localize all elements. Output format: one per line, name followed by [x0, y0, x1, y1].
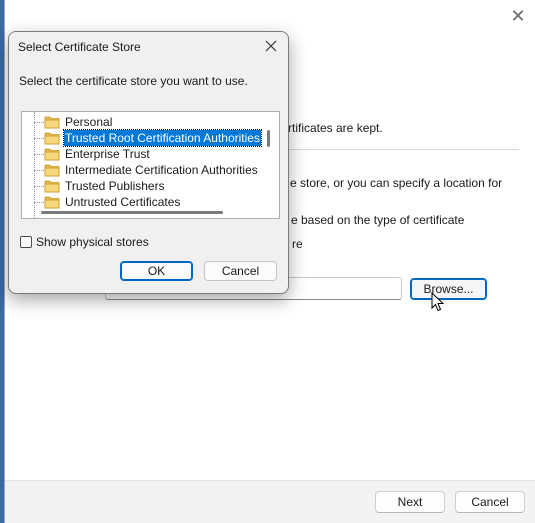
tree-item-label: Enterprise Trust: [65, 147, 150, 161]
tree-connector: [34, 202, 44, 203]
tree-connector: [34, 170, 44, 171]
dialog-cancel-button[interactable]: Cancel: [204, 261, 277, 281]
wizard-text-line: re: [292, 237, 303, 251]
browse-button[interactable]: Browse...: [410, 278, 487, 300]
folder-icon: [44, 116, 60, 129]
wizard-text-line: e store, or you can specify a location f…: [290, 176, 503, 190]
folder-icon: [44, 148, 60, 161]
dialog-instruction: Select the certificate store you want to…: [19, 74, 248, 88]
tree-connector: [34, 154, 44, 155]
cancel-button[interactable]: Cancel: [455, 491, 525, 513]
tree-item[interactable]: Untrusted Certificates: [22, 194, 267, 210]
close-icon[interactable]: [262, 37, 280, 55]
wizard-close-icon[interactable]: ✕: [509, 7, 527, 25]
tree-item-label: Trusted Root Certification Authorities: [63, 129, 262, 147]
tree-item-label: Untrusted Certificates: [65, 195, 181, 209]
wizard-footer: Next Cancel: [5, 480, 535, 523]
tree-connector: [34, 186, 44, 187]
folder-icon: [44, 132, 60, 145]
folder-icon: [44, 164, 60, 177]
tree-item-label: Trusted Publishers: [65, 179, 165, 193]
mouse-pointer-icon: [431, 292, 445, 312]
tree-item[interactable]: Personal: [22, 114, 267, 130]
dialog-title: Select Certificate Store: [18, 40, 141, 54]
tree-item-label: Intermediate Certification Authorities: [65, 163, 258, 177]
ok-button[interactable]: OK: [120, 261, 193, 281]
tree-item[interactable]: Trusted Publishers: [22, 178, 267, 194]
horizontal-scrollbar[interactable]: [41, 211, 223, 214]
tree-item[interactable]: Enterprise Trust: [22, 146, 267, 162]
tree-item-label: Personal: [65, 115, 113, 129]
select-certificate-store-dialog: Select Certificate Store Select the cert…: [8, 31, 289, 294]
folder-icon: [44, 196, 60, 209]
next-button[interactable]: Next: [375, 491, 445, 513]
wizard-text-line: rtificates are kept.: [288, 121, 383, 135]
wizard-text-line: e based on the type of certificate: [291, 213, 465, 227]
tree-item[interactable]: Trusted Root Certification Authorities: [22, 129, 267, 147]
show-physical-stores-label: Show physical stores: [36, 235, 149, 249]
tree-item[interactable]: Intermediate Certification Authorities: [22, 162, 267, 178]
dialog-title-bar[interactable]: Select Certificate Store: [9, 32, 288, 62]
tree-connector: [34, 122, 44, 123]
vertical-scrollbar[interactable]: [267, 130, 270, 147]
tree-connector: [34, 138, 44, 139]
certificate-store-tree[interactable]: Personal Trusted Root Certification Autho…: [21, 111, 280, 219]
checkbox-icon[interactable]: [20, 236, 32, 248]
folder-icon: [44, 180, 60, 193]
